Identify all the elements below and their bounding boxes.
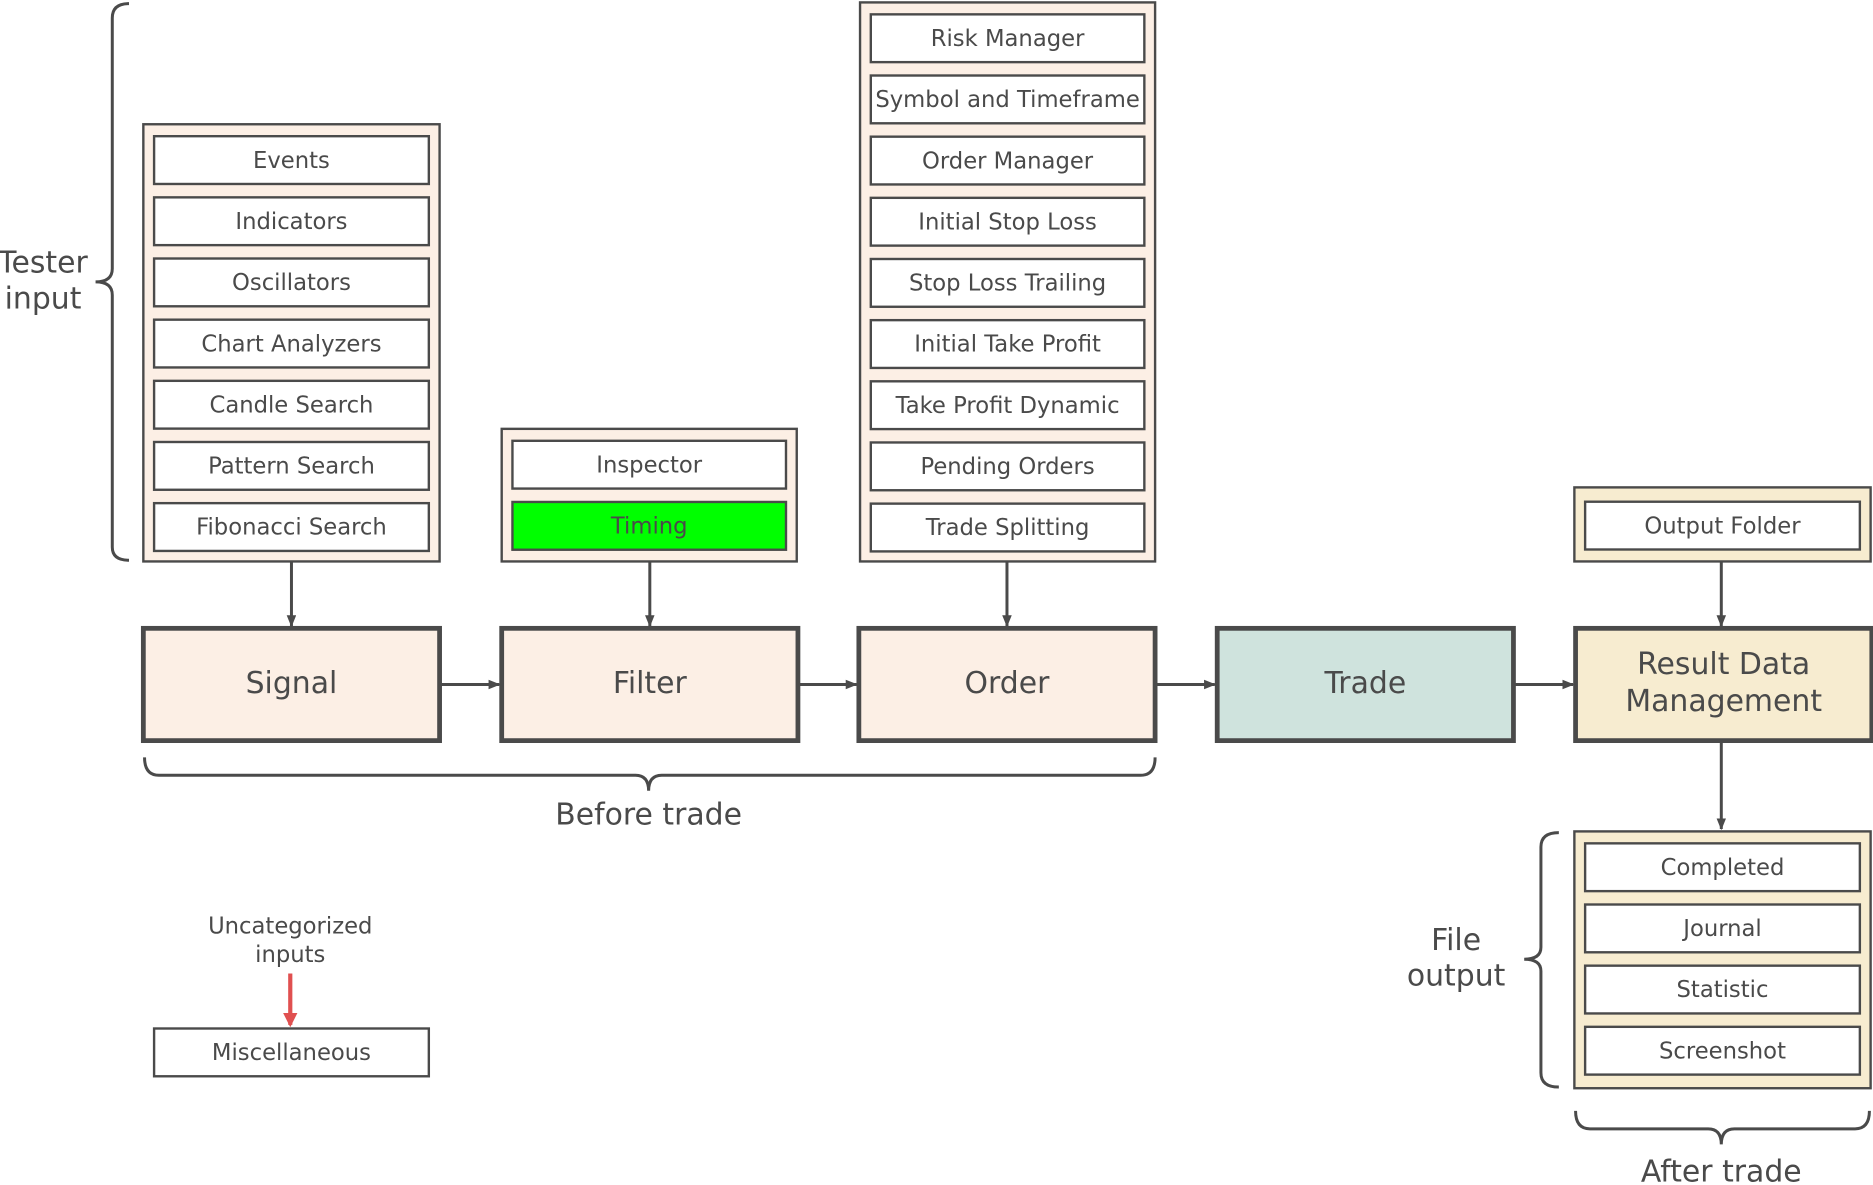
input-item[interactable]: Order Manager (869, 135, 1146, 186)
input-item-label: Screenshot (1659, 1038, 1786, 1064)
input-item-label: Fibonacci Search (196, 515, 387, 541)
input-item[interactable]: Oscillators (152, 257, 431, 308)
input-item-label: Journal (1681, 916, 1761, 942)
stage-label: Result Data (1637, 647, 1810, 682)
file-outputs-group: Completed Journal Statistic Screenshot (1573, 830, 1872, 1090)
file-output-label: File (1431, 923, 1481, 958)
input-item[interactable]: Pattern Search (152, 440, 431, 491)
input-item-label: Statistic (1677, 977, 1769, 1003)
input-item[interactable]: Inspector (511, 439, 788, 490)
left-brace-icon (95, 2, 130, 562)
input-item-label: Pending Orders (920, 454, 1094, 480)
input-item-label: Symbol and Timeframe (875, 87, 1139, 113)
input-item[interactable]: Timing (511, 500, 788, 551)
stage-trade[interactable]: Trade (1214, 625, 1516, 744)
input-item[interactable]: Pending Orders (869, 441, 1146, 492)
input-item-label: Chart Analyzers (201, 331, 381, 357)
before-trade-label: Before trade (555, 797, 742, 832)
tester-input-label: input (5, 281, 82, 316)
input-item[interactable]: Initial Stop Loss (869, 196, 1146, 247)
input-item-label: Events (253, 148, 330, 174)
input-item[interactable]: Fibonacci Search (152, 501, 431, 553)
stage-label: Order (965, 666, 1051, 701)
uncategorized-label: inputs (255, 942, 325, 968)
input-item[interactable]: Candle Search (152, 379, 431, 430)
after-trade-label: After trade (1641, 1155, 1802, 1185)
input-item[interactable]: Events (152, 135, 431, 186)
after-trade-brace-icon (1574, 1110, 1871, 1145)
input-item-label: Initial Stop Loss (918, 209, 1097, 235)
input-item[interactable]: Take Profit Dynamic (869, 380, 1146, 431)
stage-label: Management (1625, 684, 1822, 719)
bottom-brace-icon (143, 757, 1157, 791)
input-item-label: Candle Search (209, 392, 373, 418)
input-item[interactable]: Trade Splitting (869, 502, 1146, 553)
input-item[interactable]: Indicators (152, 196, 431, 247)
input-item[interactable]: Output Folder (1583, 500, 1862, 551)
signal-inputs-group: Events Indicators Oscillators Chart Analyze… (142, 123, 441, 563)
miscellaneous-label: Miscellaneous (212, 1040, 371, 1066)
input-item[interactable]: Risk Manager (869, 13, 1146, 64)
input-item-label: Take Profit Dynamic (895, 393, 1120, 419)
input-item-label: Order Manager (922, 148, 1094, 174)
order-inputs-group: Risk Manager Symbol and Timeframe Order Ma… (858, 1, 1157, 563)
miscellaneous-input[interactable]: Miscellaneous (152, 1027, 431, 1078)
input-item[interactable]: Journal (1583, 903, 1862, 954)
input-item[interactable]: Stop Loss Trailing (869, 257, 1146, 308)
input-item-label: Risk Manager (931, 26, 1085, 52)
stage-filter[interactable]: Filter (499, 625, 801, 744)
tester-input-label: Tester (0, 246, 88, 281)
input-item[interactable]: Symbol and Timeframe (869, 74, 1146, 125)
stage-label: Signal (246, 666, 338, 701)
input-item-label: Timing (610, 514, 688, 540)
input-item-label: Oscillators (232, 270, 351, 296)
input-item-label: Inspector (596, 452, 702, 478)
input-item-label: Stop Loss Trailing (909, 271, 1106, 297)
stage-result[interactable]: Result DataManagement (1573, 625, 1873, 744)
input-item-label: Initial Take Profit (914, 332, 1101, 358)
result-inputs-group: Output Folder (1573, 486, 1872, 563)
input-item[interactable]: Screenshot (1583, 1025, 1862, 1076)
filter-inputs-group: Inspector Timing (500, 427, 798, 563)
input-item-label: Indicators (235, 209, 347, 235)
input-item-label: Trade Splitting (925, 515, 1090, 541)
file-output-label: output (1407, 959, 1506, 994)
input-item[interactable]: Completed (1583, 842, 1862, 893)
input-item-label: Pattern Search (208, 454, 375, 480)
input-item-label: Completed (1661, 855, 1785, 881)
uncategorized-label: Uncategorized (208, 913, 372, 939)
input-item-label: Output Folder (1644, 513, 1801, 539)
stage-label: Filter (613, 666, 688, 701)
stage-order[interactable]: Order (856, 625, 1158, 744)
stage-signal[interactable]: Signal (140, 625, 442, 744)
trading-flow-diagram: Events Indicators Oscillators Chart Analyze… (0, 1, 1873, 1185)
stage-label: Trade (1323, 666, 1406, 701)
input-item[interactable]: Initial Take Profit (869, 318, 1146, 370)
file-output-brace-icon (1524, 831, 1559, 1089)
input-item[interactable]: Chart Analyzers (152, 318, 431, 369)
input-item[interactable]: Statistic (1583, 964, 1862, 1015)
